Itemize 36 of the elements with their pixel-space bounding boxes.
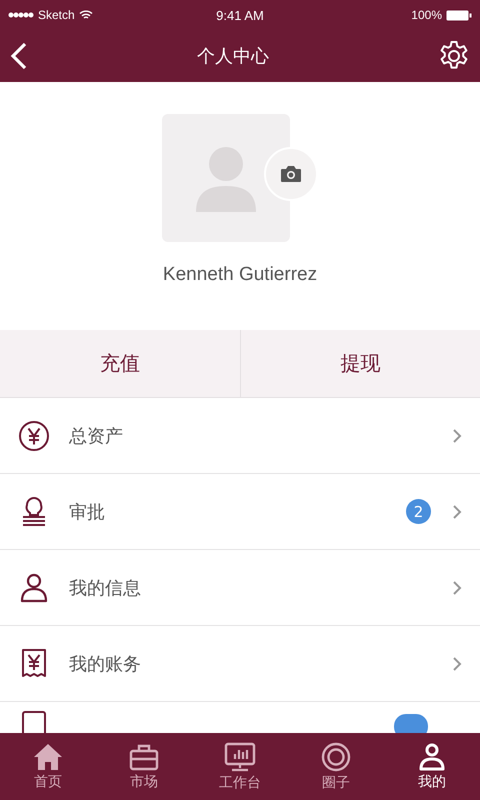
battery-percent: 100%: [411, 8, 442, 22]
back-icon[interactable]: [10, 42, 28, 70]
yen-coin-icon: [18, 420, 50, 452]
menu-item[interactable]: 我的信息: [0, 550, 480, 626]
menu-item[interactable]: 审批 2: [0, 474, 480, 550]
menu-item[interactable]: 我的账务: [0, 626, 480, 702]
chevron-icon: [452, 580, 462, 596]
tab-item[interactable]: 工作台: [192, 733, 288, 800]
menu-label: 我的信息: [69, 576, 142, 600]
page-title: 个人中心: [197, 45, 269, 68]
home-icon: [33, 742, 63, 770]
target-icon: [321, 742, 351, 772]
menu-label: 我的账务: [69, 652, 142, 676]
carrier-name: Sketch: [38, 8, 75, 22]
briefcase-icon: [129, 742, 159, 770]
menu-item[interactable]: 总资产: [0, 398, 480, 474]
user-name: Kenneth Gutierrez: [162, 264, 318, 286]
signal-icon: [8, 12, 34, 18]
chevron-icon: [452, 656, 462, 672]
count-badge: [394, 714, 428, 733]
menu-label: 总资产: [69, 424, 124, 448]
tab-item[interactable]: 我的: [384, 733, 480, 800]
chevron-icon: [452, 504, 462, 520]
person-icon: [418, 742, 446, 770]
menu-label: 审批: [69, 500, 106, 524]
wifi-icon: [78, 10, 93, 20]
camera-icon: [280, 165, 302, 183]
tab-item[interactable]: 首页: [0, 733, 96, 800]
battery-icon: [446, 10, 472, 20]
count-badge: 2: [406, 499, 431, 524]
monitor-chart-icon: [224, 742, 256, 772]
tab-item[interactable]: 市场: [96, 733, 192, 800]
chevron-icon: [452, 428, 462, 444]
person-icon: [18, 572, 50, 604]
tab-item[interactable]: 圈子: [288, 733, 384, 800]
status-time: 9:41 AM: [216, 8, 264, 22]
